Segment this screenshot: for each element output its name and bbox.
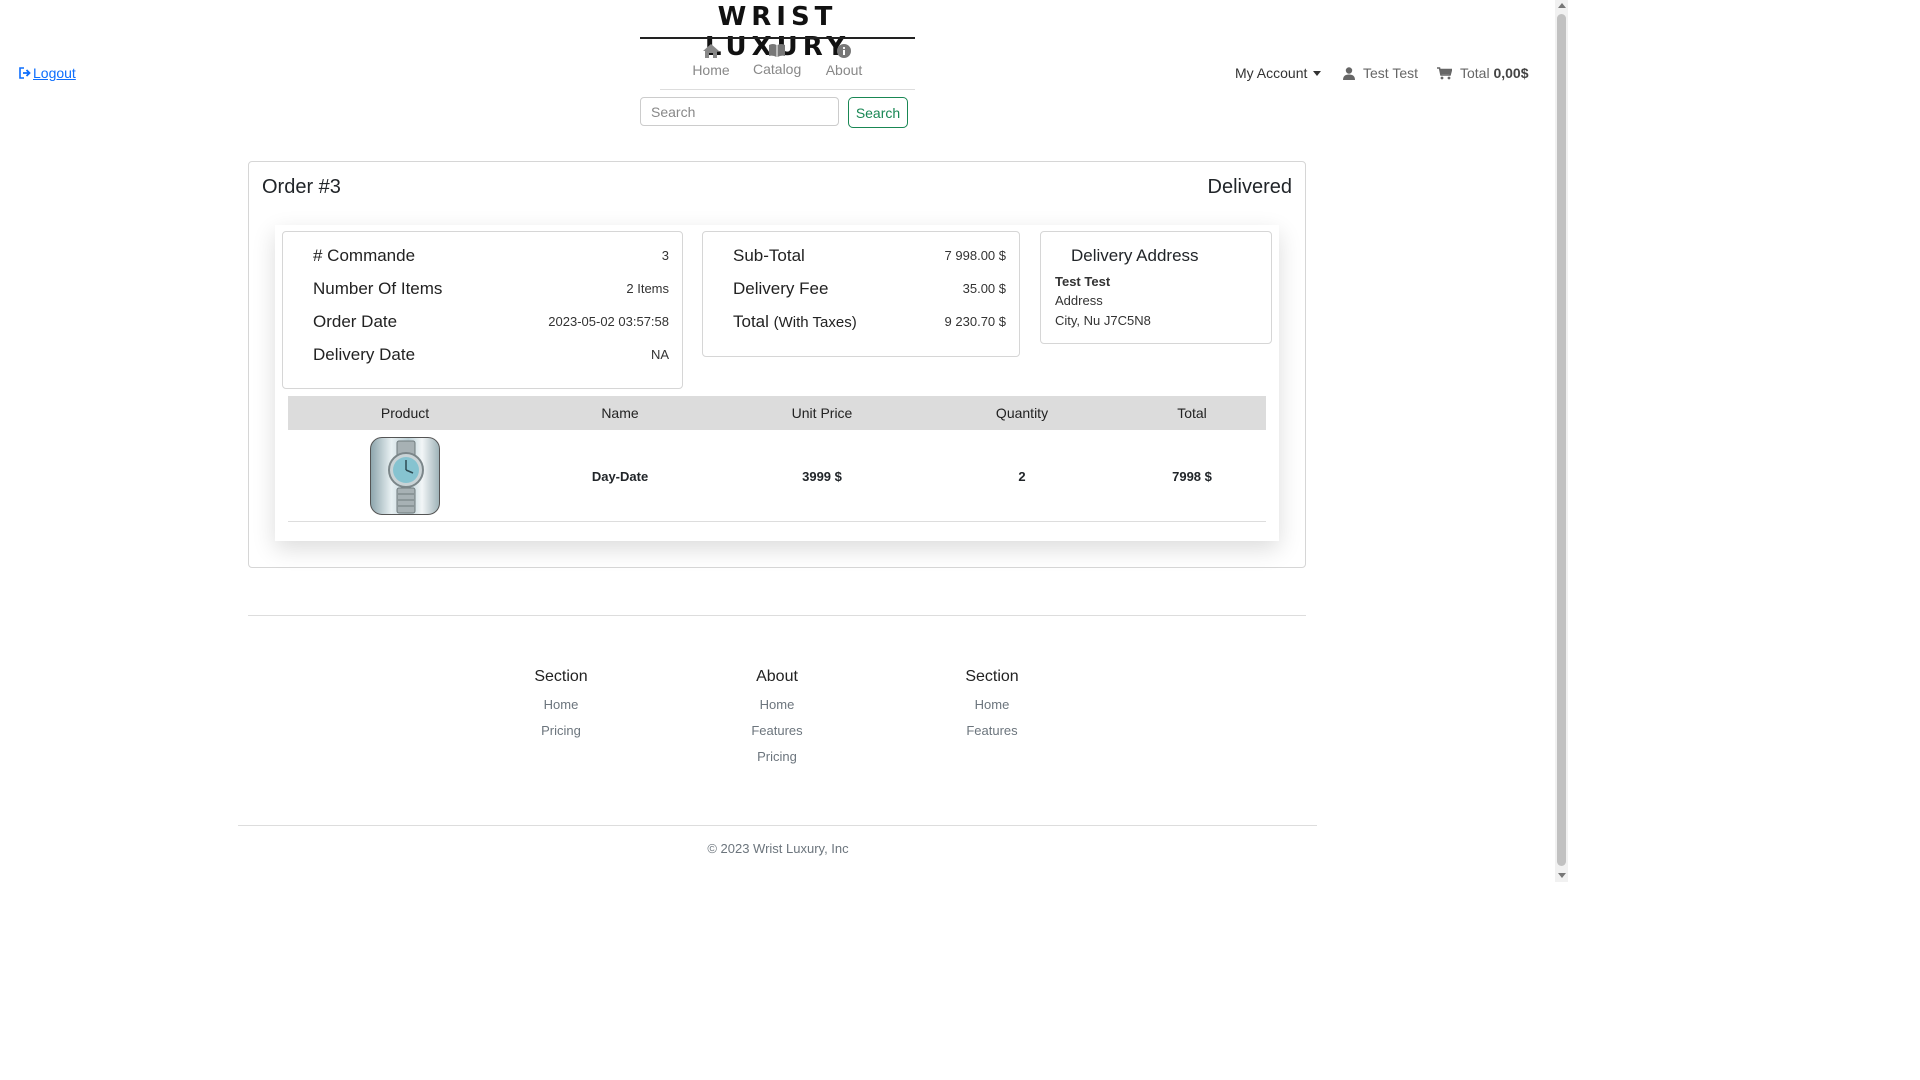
footer-link[interactable]: Features xyxy=(727,718,827,744)
my-account-dropdown[interactable]: My Account xyxy=(1235,65,1322,81)
summary-label: Number Of Items xyxy=(313,279,443,298)
footer-column: Section Home Pricing xyxy=(511,668,611,744)
totals-label: Sub-Total xyxy=(733,246,805,265)
footer-link[interactable]: Home xyxy=(942,692,1042,718)
home-icon xyxy=(703,44,719,58)
footer-column-title: About xyxy=(756,668,798,685)
scroll-down-arrow-icon[interactable] xyxy=(1558,873,1566,878)
logout-icon xyxy=(19,67,31,79)
scroll-up-arrow-icon[interactable] xyxy=(1558,3,1566,8)
table-row-divider xyxy=(288,521,1266,522)
summary-value: NA xyxy=(650,347,669,362)
order-status: Delivered xyxy=(1207,176,1292,198)
totals-value: 9 230.70 $ xyxy=(944,314,1006,329)
total-label-suffix: (With Taxes) xyxy=(773,314,857,331)
footer-divider xyxy=(248,615,1306,616)
info-icon xyxy=(837,44,851,58)
footer-link[interactable]: Home xyxy=(511,692,611,718)
user-profile[interactable]: Test Test xyxy=(1343,65,1418,81)
delivery-address-box: Delivery Address Test Test Address City,… xyxy=(1040,231,1272,344)
footer-link[interactable]: Home xyxy=(727,692,827,718)
delivery-address-title: Delivery Address xyxy=(1071,246,1199,265)
totals-value: 7 998.00 $ xyxy=(944,248,1006,263)
nav-catalog[interactable]: Catalog xyxy=(753,44,801,77)
footer-link[interactable]: Pricing xyxy=(727,744,827,770)
address-line: Address xyxy=(1055,293,1103,308)
summary-label: Delivery Date xyxy=(313,345,416,364)
nav-home[interactable]: Home xyxy=(690,44,732,78)
nav-about[interactable]: About xyxy=(822,44,866,78)
cart-total[interactable]: Total 0,00$ xyxy=(1437,65,1529,81)
order-totals-box: Sub-Total 7 998.00 $ Delivery Fee 35.00 … xyxy=(702,231,1020,357)
cart-icon xyxy=(1437,67,1453,80)
watch-icon xyxy=(388,440,424,514)
nav-home-label: Home xyxy=(692,62,730,78)
search-button[interactable]: Search xyxy=(848,97,908,128)
summary-label: Order Date xyxy=(313,312,398,331)
item-total: 7998 $ xyxy=(1172,469,1212,484)
column-header: Total xyxy=(1177,405,1207,421)
totals-label: Delivery Fee xyxy=(733,279,829,298)
chevron-down-icon xyxy=(1313,71,1322,76)
book-icon xyxy=(769,44,785,57)
item-name: Day-Date xyxy=(591,469,649,484)
address-line: City, Nu J7C5N8 xyxy=(1055,313,1151,328)
footer-column-title: Section xyxy=(534,668,588,685)
copyright-text: © 2023 Wrist Luxury, Inc xyxy=(707,841,849,856)
cart-total-amount: 0,00$ xyxy=(1493,65,1529,81)
footer-column: About Home Features Pricing xyxy=(727,668,827,770)
brand-underline xyxy=(640,37,915,39)
totals-value: 35.00 $ xyxy=(962,281,1006,296)
summary-label: # Commande xyxy=(313,246,416,265)
search-input[interactable] xyxy=(640,97,839,126)
column-header: Unit Price xyxy=(791,405,853,421)
items-table-header: Product Name Unit Price Quantity Total xyxy=(288,396,1266,430)
footer-link[interactable]: Features xyxy=(942,718,1042,744)
summary-value: 2023-05-02 03:57:58 xyxy=(548,314,669,329)
cart-total-label: Total xyxy=(1460,65,1490,81)
order-title: Order #3 xyxy=(262,176,341,198)
nav-catalog-label: Catalog xyxy=(753,61,802,77)
logout-label: Logout xyxy=(33,65,76,81)
user-name: Test Test xyxy=(1363,65,1418,81)
column-header: Product xyxy=(380,405,430,421)
summary-value: 2 Items xyxy=(626,281,669,296)
footer-column: Section Home Features xyxy=(942,668,1042,744)
address-name: Test Test xyxy=(1055,274,1111,289)
user-icon xyxy=(1343,67,1355,80)
scrollbar-thumb[interactable] xyxy=(1557,14,1566,866)
item-unit-price: 3999 $ xyxy=(802,469,842,484)
footer-column-title: Section xyxy=(965,668,1019,685)
order-summary-box: # Commande 3 Number Of Items 2 Items Ord… xyxy=(282,231,683,389)
column-header: Name xyxy=(601,405,639,421)
totals-label: Total (With Taxes) xyxy=(733,312,857,332)
nav-divider xyxy=(660,89,915,90)
footer-bottom-divider xyxy=(238,825,1317,826)
item-quantity: 2 xyxy=(1018,469,1026,484)
my-account-label: My Account xyxy=(1235,65,1308,81)
total-label-main: Total xyxy=(733,312,769,331)
logout-link[interactable]: Logout xyxy=(19,65,76,81)
footer-link[interactable]: Pricing xyxy=(511,718,611,744)
product-image[interactable] xyxy=(370,437,440,515)
nav-about-label: About xyxy=(825,62,863,78)
column-header: Quantity xyxy=(995,405,1049,421)
summary-value: 3 xyxy=(661,248,669,263)
